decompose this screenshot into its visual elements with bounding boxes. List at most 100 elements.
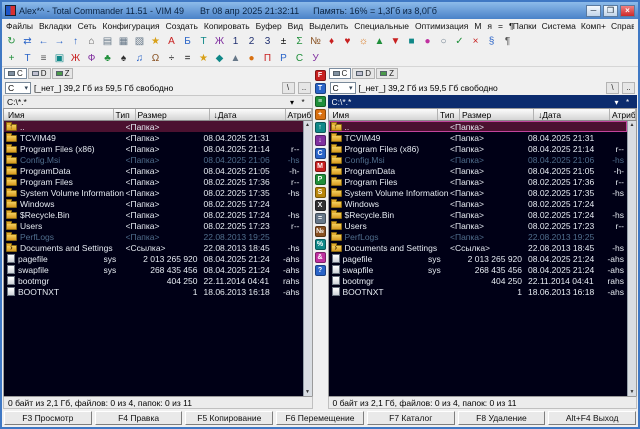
file-row[interactable]: Program Files<Папка>08.02.2025 17:36r-- bbox=[329, 176, 628, 187]
file-row[interactable]: swapfilesys268 435 45608.04.2025 21:24-a… bbox=[329, 264, 628, 275]
mid-toolbar-icon-3[interactable]: ≡ bbox=[315, 96, 326, 107]
file-row[interactable]: ..<Папка> bbox=[4, 121, 303, 132]
mid-toolbar-icon-11[interactable]: X bbox=[315, 200, 326, 211]
fkey-f3[interactable]: F3 Просмотр bbox=[4, 411, 92, 425]
menu-item-7[interactable]: Буфер bbox=[256, 21, 282, 31]
font-zh-icon[interactable]: Ж bbox=[212, 34, 227, 49]
right-parent-dir-button[interactable]: .. bbox=[622, 82, 635, 94]
menu-item-right-3[interactable]: Комп+ bbox=[581, 21, 606, 31]
down-triangle-icon[interactable]: ▼ bbox=[388, 34, 403, 49]
r-icon[interactable]: Р bbox=[276, 51, 291, 66]
mid-toolbar-icon-1[interactable]: F bbox=[315, 70, 326, 81]
menu-item-14[interactable]: = bbox=[498, 21, 503, 31]
right-root-dir-button[interactable]: \ bbox=[606, 82, 619, 94]
club-icon[interactable]: ♣ bbox=[100, 51, 115, 66]
mid-toolbar-icon-13[interactable]: № bbox=[315, 226, 326, 237]
forward-icon[interactable]: → bbox=[52, 34, 67, 49]
file-row[interactable]: Config.Msi<Папка>08.04.2025 21:06-hs bbox=[4, 154, 303, 165]
menu-item-12[interactable]: М bbox=[474, 21, 481, 31]
mid-toolbar-icon-10[interactable]: S bbox=[315, 187, 326, 198]
menu-item-10[interactable]: Специальные bbox=[354, 21, 409, 31]
file-row[interactable]: System Volume Information<Папка>08.02.20… bbox=[329, 187, 628, 198]
left-scrollbar[interactable]: ▲ ▼ bbox=[303, 121, 312, 396]
font-t-icon[interactable]: Т bbox=[196, 34, 211, 49]
menu-item-right-1[interactable]: Папки bbox=[513, 21, 537, 31]
mid-toolbar-icon-14[interactable]: % bbox=[315, 239, 326, 250]
mid-toolbar-icon-8[interactable]: M bbox=[315, 161, 326, 172]
file-row[interactable]: Documents and Settings<Ссылка>22.08.2013… bbox=[4, 242, 303, 253]
star-icon[interactable]: ★ bbox=[196, 51, 211, 66]
mid-toolbar-icon-15[interactable]: & bbox=[315, 252, 326, 263]
file-row[interactable]: ..<Папка> bbox=[329, 121, 628, 132]
diamond2-icon[interactable]: ◆ bbox=[212, 51, 227, 66]
history-dropdown-icon[interactable]: ▾ bbox=[287, 98, 298, 107]
file-row[interactable]: $Recycle.Bin<Папка>08.02.2025 17:24-hs bbox=[4, 209, 303, 220]
omega-icon[interactable]: Ω bbox=[148, 51, 163, 66]
check-icon[interactable]: ✓ bbox=[452, 34, 467, 49]
sum-icon[interactable]: Σ bbox=[292, 34, 307, 49]
column-header-date[interactable]: ↓Дата bbox=[534, 109, 610, 120]
fkey-f7[interactable]: F7 Каталог bbox=[367, 411, 455, 425]
brief-view-icon[interactable]: ▤ bbox=[100, 34, 115, 49]
file-row[interactable]: pagefilesys2 013 265 92008.04.2025 21:24… bbox=[4, 253, 303, 264]
u-icon[interactable]: У bbox=[308, 51, 323, 66]
menu-item-right-4[interactable]: Справка bbox=[611, 21, 634, 31]
number-icon[interactable]: № bbox=[308, 34, 323, 49]
circle-icon[interactable]: ○ bbox=[436, 34, 451, 49]
triangle-icon[interactable]: ▲ bbox=[228, 51, 243, 66]
file-row[interactable]: Program Files<Папка>08.02.2025 17:36r-- bbox=[4, 176, 303, 187]
refresh-icon[interactable]: ↻ bbox=[4, 34, 19, 49]
column-header-type[interactable]: Тип bbox=[438, 109, 460, 120]
f-icon[interactable]: Ф bbox=[84, 51, 99, 66]
mid-toolbar-icon-9[interactable]: P bbox=[315, 174, 326, 185]
full-view-icon[interactable]: ▦ bbox=[116, 34, 131, 49]
right-drive-selector[interactable]: C ▾ bbox=[330, 82, 356, 94]
back-icon[interactable]: ← bbox=[36, 34, 51, 49]
equals-icon[interactable]: = bbox=[180, 51, 195, 66]
file-row[interactable]: Users<Папка>08.02.2025 17:23r-- bbox=[329, 220, 628, 231]
file-row[interactable]: Config.Msi<Папка>08.04.2025 21:06-hs bbox=[329, 154, 628, 165]
column-header-size[interactable]: Размер bbox=[460, 109, 534, 120]
s-icon[interactable]: С bbox=[292, 51, 307, 66]
menu-item-3[interactable]: Сеть bbox=[78, 21, 97, 31]
drive-button-z[interactable]: Z bbox=[376, 68, 398, 79]
file-row[interactable]: bootmgr404 25022.11.2014 04:41rahs bbox=[4, 275, 303, 286]
drive-button-z[interactable]: Z bbox=[52, 68, 74, 79]
favorites-icon[interactable]: * bbox=[622, 98, 633, 107]
file-row[interactable]: PerfLogs<Папка>22.08.2013 19:25 bbox=[329, 231, 628, 242]
file-row[interactable]: Program Files (x86)<Папка>08.04.2025 21:… bbox=[4, 143, 303, 154]
file-row[interactable]: BOOTNXT118.06.2013 16:18-ahs bbox=[4, 286, 303, 297]
mid-toolbar-icon-2[interactable]: T bbox=[315, 83, 326, 94]
fkey-alt-f4[interactable]: Alt+F4 Выход bbox=[548, 411, 636, 425]
fkey-f5[interactable]: F5 Копирование bbox=[185, 411, 273, 425]
music-icon[interactable]: ♫ bbox=[132, 51, 147, 66]
mid-toolbar-icon-7[interactable]: C bbox=[315, 148, 326, 159]
column-header-size[interactable]: Размер bbox=[136, 109, 210, 120]
history-dropdown-icon[interactable]: ▾ bbox=[611, 98, 622, 107]
mid-toolbar-icon-5[interactable]: ↑ bbox=[315, 122, 326, 133]
menu-item-11[interactable]: Оптимизация bbox=[415, 21, 468, 31]
add-icon[interactable]: + bbox=[4, 51, 19, 66]
orange-dot-icon[interactable]: ● bbox=[244, 51, 259, 66]
tree-view-icon[interactable]: ▧ bbox=[132, 34, 147, 49]
menu-item-1[interactable]: Файлы bbox=[6, 21, 33, 31]
menu-item-5[interactable]: Создать bbox=[166, 21, 198, 31]
plus-minus-icon[interactable]: ± bbox=[276, 34, 291, 49]
menu-item-13[interactable]: я bbox=[487, 21, 492, 31]
mid-toolbar-icon-16[interactable]: ? bbox=[315, 265, 326, 276]
fkey-f4[interactable]: F4 Правка bbox=[95, 411, 183, 425]
column-header-date[interactable]: ↓Дата bbox=[210, 109, 286, 120]
divide-icon[interactable]: ÷ bbox=[164, 51, 179, 66]
file-row[interactable]: bootmgr404 25022.11.2014 04:41rahs bbox=[329, 275, 628, 286]
sun-icon[interactable]: ☼ bbox=[356, 34, 371, 49]
menu-item-4[interactable]: Конфигурация bbox=[103, 21, 160, 31]
drive-button-c[interactable]: C bbox=[4, 68, 27, 79]
file-row[interactable]: Documents and Settings<Ссылка>22.08.2013… bbox=[329, 242, 628, 253]
font-a-icon[interactable]: А bbox=[164, 34, 179, 49]
preset-2-icon[interactable]: 2 bbox=[244, 34, 259, 49]
file-row[interactable]: Users<Папка>08.02.2025 17:23r-- bbox=[4, 220, 303, 231]
drive-button-d[interactable]: D bbox=[28, 68, 51, 79]
mid-toolbar-icon-12[interactable]: = bbox=[315, 213, 326, 224]
file-row[interactable]: System Volume Information<Папка>08.02.20… bbox=[4, 187, 303, 198]
file-row[interactable]: BOOTNXT118.06.2013 16:18-ahs bbox=[329, 286, 628, 297]
